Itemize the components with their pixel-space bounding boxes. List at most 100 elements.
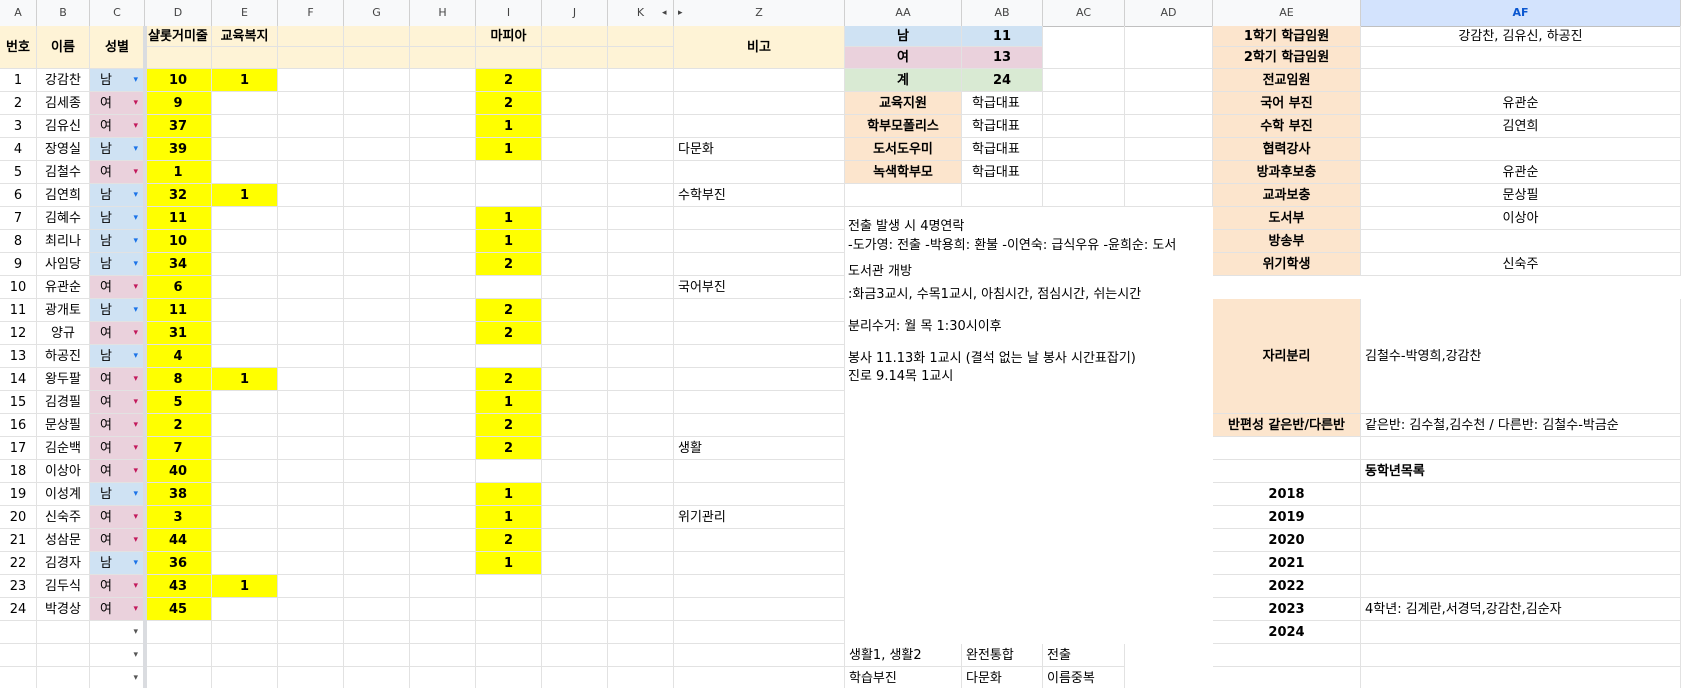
empty-cell[interactable] [608, 115, 674, 138]
student-name[interactable]: 이상아 [37, 460, 90, 483]
empty-cell[interactable] [410, 138, 476, 161]
empty-cell[interactable] [145, 621, 212, 644]
score-d[interactable]: 38 [145, 483, 212, 506]
score-i[interactable]: 1 [476, 552, 542, 575]
score-d[interactable]: 11 [145, 299, 212, 322]
header-d[interactable]: 샬롯거미줄 [145, 26, 212, 47]
score-i[interactable]: 2 [476, 92, 542, 115]
empty-cell[interactable] [608, 207, 674, 230]
remark-cell[interactable] [674, 253, 845, 276]
empty-cell[interactable] [344, 437, 410, 460]
empty-cell[interactable] [542, 184, 608, 207]
student-name[interactable]: 김유신 [37, 115, 90, 138]
empty-cell[interactable] [542, 115, 608, 138]
student-name[interactable]: 최리나 [37, 230, 90, 253]
empty-cell[interactable] [608, 230, 674, 253]
column-header-f[interactable]: F [278, 0, 344, 26]
empty-cell[interactable] [410, 230, 476, 253]
score-e[interactable] [212, 230, 278, 253]
column-header-g[interactable]: G [344, 0, 410, 26]
dropdown-arrow-icon[interactable]: ▾ [133, 483, 138, 505]
dropdown-arrow-icon[interactable]: ▾ [133, 276, 138, 298]
remark-cell[interactable]: 국어부진 [674, 276, 845, 299]
gender-dropdown-empty[interactable]: ▾ [90, 667, 145, 688]
year-value[interactable] [1361, 529, 1681, 552]
score-i[interactable] [476, 598, 542, 621]
empty-cell[interactable] [212, 667, 278, 688]
empty-cell[interactable] [278, 115, 344, 138]
score-d[interactable]: 9 [145, 92, 212, 115]
score-e[interactable] [212, 506, 278, 529]
empty-cell[interactable] [344, 506, 410, 529]
empty-cell[interactable] [845, 184, 962, 207]
score-i[interactable]: 2 [476, 253, 542, 276]
empty-cell[interactable] [278, 368, 344, 391]
count-label[interactable]: 계 [845, 69, 962, 92]
officer-value[interactable] [1361, 47, 1681, 69]
empty-cell[interactable] [410, 184, 476, 207]
row-number[interactable]: 21 [0, 529, 37, 552]
alumni-title[interactable]: 동학년목록 [1361, 460, 1681, 483]
empty-cell[interactable] [410, 667, 476, 688]
dropdown-arrow-icon[interactable]: ▾ [133, 391, 138, 413]
empty-cell[interactable] [542, 322, 608, 345]
empty-cell[interactable] [278, 230, 344, 253]
remark-cell[interactable] [674, 460, 845, 483]
empty-cell[interactable] [278, 69, 344, 92]
empty-cell[interactable] [344, 621, 410, 644]
officer-label[interactable]: 1학기 학급임원 [1213, 26, 1361, 47]
remark-cell[interactable] [674, 529, 845, 552]
year-value[interactable] [1361, 552, 1681, 575]
empty-cell[interactable] [608, 552, 674, 575]
note-line[interactable]: -도가영: 전출 -박용희: 환불 -이연숙: 급식우유 -윤희순: 도서 [848, 234, 1176, 253]
officer-label[interactable]: 전교임원 [1213, 69, 1361, 92]
header-cell-top[interactable] [344, 26, 410, 47]
dropdown-arrow-icon[interactable]: ▾ [133, 161, 138, 183]
gender-dropdown[interactable]: 여 ▾ [90, 598, 145, 621]
empty-cell[interactable] [542, 483, 608, 506]
score-i[interactable]: 2 [476, 69, 542, 92]
empty-cell[interactable] [542, 644, 608, 667]
column-header-ac[interactable]: AC [1043, 0, 1125, 26]
gender-dropdown[interactable]: 여 ▾ [90, 322, 145, 345]
dropdown-arrow-icon[interactable]: ▾ [133, 115, 138, 137]
score-d[interactable]: 34 [145, 253, 212, 276]
empty-cell[interactable] [542, 667, 608, 688]
empty-cell[interactable] [344, 115, 410, 138]
empty-cell[interactable] [1361, 644, 1681, 667]
empty-cell[interactable] [278, 598, 344, 621]
column-header-j[interactable]: J [542, 0, 608, 26]
row-number[interactable]: 6 [0, 184, 37, 207]
student-name[interactable]: 장영실 [37, 138, 90, 161]
officer-value[interactable] [1361, 230, 1681, 253]
score-i[interactable]: 1 [476, 207, 542, 230]
remark-cell[interactable] [674, 345, 845, 368]
student-name[interactable]: 박경상 [37, 598, 90, 621]
empty-cell[interactable] [542, 621, 608, 644]
year-value[interactable]: 4학년: 김계란,서경덕,강감찬,김순자 [1361, 598, 1681, 621]
header-cell-top[interactable] [542, 26, 608, 47]
score-d[interactable]: 10 [145, 69, 212, 92]
empty-cell[interactable] [212, 621, 278, 644]
empty-cell[interactable] [542, 391, 608, 414]
column-header-c[interactable]: C [90, 0, 145, 26]
role-value[interactable]: 학급대표 [962, 92, 1043, 115]
empty-cell[interactable] [1125, 92, 1213, 115]
score-i[interactable]: 2 [476, 368, 542, 391]
score-e[interactable] [212, 414, 278, 437]
score-d[interactable]: 7 [145, 437, 212, 460]
header-cell-bottom[interactable] [542, 47, 608, 69]
score-e[interactable] [212, 115, 278, 138]
empty-cell[interactable] [608, 299, 674, 322]
student-name[interactable]: 이성계 [37, 483, 90, 506]
remark-cell[interactable] [674, 207, 845, 230]
row-number[interactable]: 7 [0, 207, 37, 230]
column-header-ad[interactable]: AD [1125, 0, 1213, 26]
empty-cell[interactable] [542, 506, 608, 529]
empty-cell[interactable] [410, 644, 476, 667]
empty-cell[interactable] [1043, 26, 1125, 69]
remark-cell[interactable] [674, 391, 845, 414]
empty-cell[interactable] [278, 391, 344, 414]
row-number[interactable]: 20 [0, 506, 37, 529]
remark-cell[interactable] [674, 483, 845, 506]
